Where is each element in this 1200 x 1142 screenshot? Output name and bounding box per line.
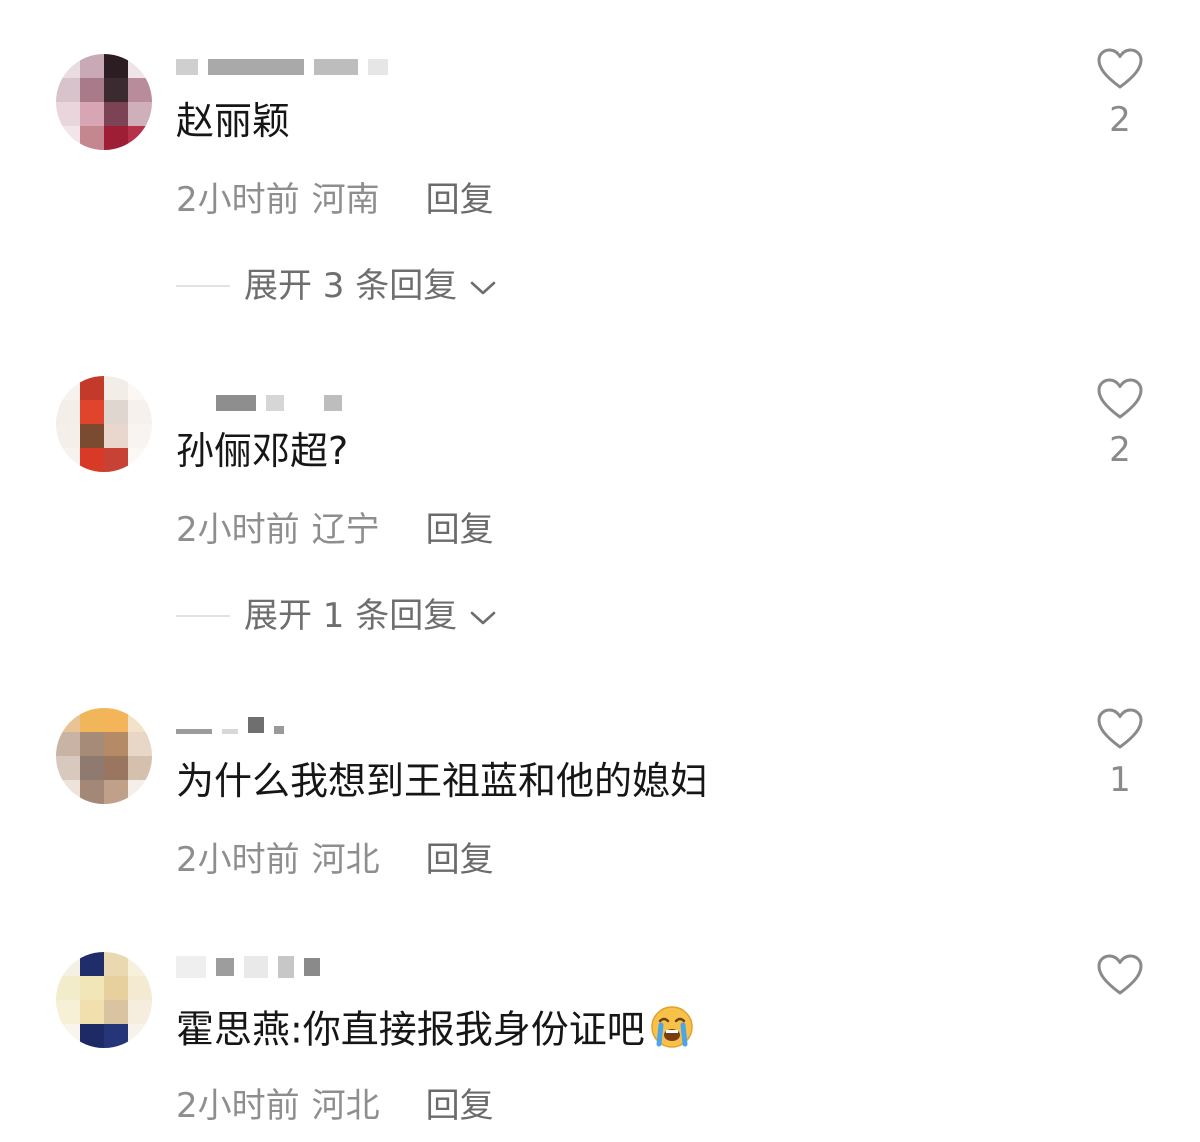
comment-text: 霍思燕:你直接报我身份证吧 bbox=[176, 1004, 695, 1060]
reply-button[interactable]: 回复 bbox=[426, 510, 494, 550]
comment-time: 2小时前 bbox=[176, 1086, 300, 1126]
divider-line bbox=[176, 285, 230, 287]
comment-region: 河北 bbox=[311, 840, 380, 880]
like-count: 1 bbox=[1109, 760, 1131, 800]
comment-time: 2小时前 bbox=[176, 510, 300, 550]
expand-replies-button[interactable]: 展开 1 条回复 bbox=[176, 596, 497, 636]
reply-button[interactable]: 回复 bbox=[426, 180, 494, 220]
comment-region: 辽宁 bbox=[311, 510, 380, 550]
username-blurred[interactable] bbox=[176, 56, 388, 78]
chevron-down-icon bbox=[469, 596, 497, 636]
like-count: 2 bbox=[1109, 430, 1131, 470]
comment-text: 赵丽颖 bbox=[176, 99, 291, 143]
like-button[interactable]: 2 bbox=[1090, 48, 1150, 140]
comment-text-body: 霍思燕:你直接报我身份证吧 bbox=[176, 1007, 645, 1052]
avatar[interactable] bbox=[56, 54, 152, 150]
expand-replies-label: 展开 1 条回复 bbox=[244, 596, 458, 636]
comment-meta: 2小时前 辽宁 回复 bbox=[176, 510, 494, 550]
comment-time: 2小时前 bbox=[176, 180, 300, 220]
heart-outline-icon bbox=[1090, 48, 1150, 90]
like-button[interactable]: 2 bbox=[1090, 378, 1150, 470]
like-button[interactable]: 1 bbox=[1090, 708, 1150, 800]
heart-outline-icon bbox=[1090, 378, 1150, 420]
like-count: 2 bbox=[1109, 100, 1131, 140]
chevron-down-icon bbox=[469, 266, 497, 306]
avatar[interactable] bbox=[56, 708, 152, 804]
expand-replies-label: 展开 3 条回复 bbox=[244, 266, 458, 306]
avatar[interactable] bbox=[56, 952, 152, 1048]
comment-region: 河南 bbox=[311, 180, 380, 220]
comment-region: 河北 bbox=[311, 1086, 380, 1126]
comment-meta: 2小时前 河北 回复 bbox=[176, 1086, 494, 1126]
comment-text: 孙俪邓超? bbox=[176, 429, 349, 473]
heart-outline-icon bbox=[1090, 954, 1150, 996]
divider-line bbox=[176, 615, 230, 617]
reply-button[interactable]: 回复 bbox=[426, 840, 494, 880]
crying-face-emoji bbox=[649, 1004, 695, 1060]
avatar[interactable] bbox=[56, 376, 152, 472]
comment-meta: 2小时前 河北 回复 bbox=[176, 840, 494, 880]
comment-text: 为什么我想到王祖蓝和他的媳妇 bbox=[176, 759, 709, 803]
comment-time: 2小时前 bbox=[176, 840, 300, 880]
heart-outline-icon bbox=[1090, 708, 1150, 750]
username-blurred[interactable] bbox=[176, 956, 320, 978]
comment-meta: 2小时前 河南 回复 bbox=[176, 180, 494, 220]
like-button[interactable] bbox=[1090, 954, 1150, 996]
expand-replies-button[interactable]: 展开 3 条回复 bbox=[176, 266, 497, 306]
reply-button[interactable]: 回复 bbox=[426, 1086, 494, 1126]
username-blurred[interactable] bbox=[176, 392, 342, 414]
username-blurred[interactable] bbox=[176, 714, 284, 736]
